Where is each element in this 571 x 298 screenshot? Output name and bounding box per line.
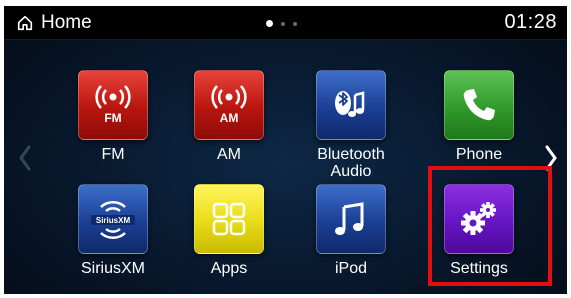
- radio-fm-icon: FM: [95, 85, 131, 125]
- fm-label: FM: [101, 146, 125, 163]
- siriusxm-button[interactable]: SiriusXM: [78, 184, 148, 254]
- apps-grid-icon: [212, 202, 246, 236]
- ipod-button[interactable]: [316, 184, 386, 254]
- home-button[interactable]: Home: [16, 12, 92, 34]
- phone-button[interactable]: [444, 70, 514, 140]
- page-indicator: [266, 20, 297, 27]
- ipod-tile[interactable]: iPod: [296, 184, 406, 292]
- page-dot: [293, 21, 297, 26]
- bluetooth-audio-button[interactable]: [316, 70, 386, 140]
- am-tile[interactable]: AM AM: [174, 70, 284, 178]
- am-label: AM: [217, 146, 241, 163]
- page-dot-active: [266, 20, 273, 27]
- fm-button[interactable]: FM: [78, 70, 148, 140]
- phone-icon: [463, 89, 495, 121]
- am-badge-text: AM: [220, 111, 239, 125]
- fm-tile[interactable]: FM FM: [58, 70, 168, 178]
- bluetooth-audio-tile[interactable]: Bluetooth Audio: [296, 70, 406, 180]
- siriusxm-badge-text: SiriusXM: [96, 216, 131, 225]
- previous-page-arrow-icon[interactable]: [18, 144, 32, 172]
- apps-button[interactable]: [194, 184, 264, 254]
- siriusxm-label: SiriusXM: [80, 260, 145, 277]
- home-icon: [17, 15, 33, 31]
- music-note-icon: [335, 202, 364, 235]
- ipod-label: iPod: [334, 260, 368, 277]
- apps-tile[interactable]: Apps: [174, 184, 284, 292]
- fm-badge-text: FM: [104, 111, 121, 125]
- page-dot: [281, 21, 285, 26]
- page-title: Home: [41, 12, 92, 33]
- radio-am-icon: AM: [211, 85, 247, 125]
- bluetooth-audio-label: Bluetooth Audio: [317, 146, 385, 180]
- siriusxm-icon: SiriusXM: [91, 201, 135, 239]
- clock: 01:28: [504, 11, 557, 33]
- settings-highlight-box: [428, 166, 552, 286]
- phone-tile[interactable]: Phone: [424, 70, 534, 178]
- apps-label: Apps: [210, 260, 248, 277]
- am-button[interactable]: AM: [194, 70, 264, 140]
- siriusxm-tile[interactable]: SiriusXM SiriusXM: [58, 184, 168, 292]
- status-bar: Home 01:28: [4, 6, 567, 40]
- bluetooth-audio-icon: [335, 91, 365, 117]
- phone-label: Phone: [455, 146, 503, 163]
